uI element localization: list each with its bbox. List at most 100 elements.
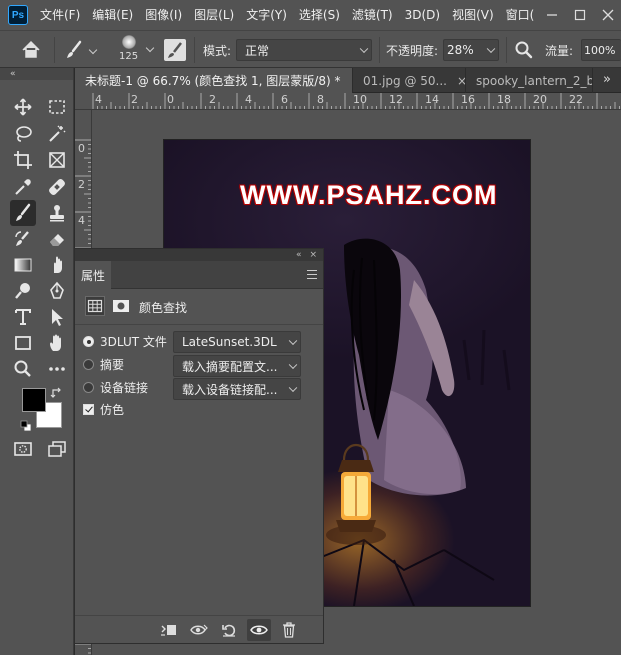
ruler-tick-label: 8 xyxy=(317,93,324,106)
history-brush-tool[interactable] xyxy=(10,226,36,252)
flow-input[interactable]: 100% xyxy=(581,39,621,61)
option-abstract[interactable]: 摘要 xyxy=(83,356,124,373)
dodge-tool[interactable] xyxy=(10,278,36,304)
opacity-input[interactable]: 28% xyxy=(443,39,499,61)
radio-device-link[interactable] xyxy=(83,382,94,393)
adjustment-name: 颜色查找 xyxy=(139,301,188,315)
flow-value: 100% xyxy=(584,43,616,57)
foreground-color-swatch[interactable] xyxy=(22,388,46,412)
tab-01-jpg[interactable]: 01.jpg @ 50... × xyxy=(353,68,466,93)
smudge-tool[interactable] xyxy=(44,252,70,278)
frame-tool[interactable] xyxy=(44,147,70,173)
menu-edit[interactable]: 编辑(E) xyxy=(86,0,139,30)
3dlut-file-select[interactable]: LateSunset.3DL xyxy=(173,331,301,353)
menu-window[interactable]: 窗口( xyxy=(500,0,541,30)
healing-brush-tool[interactable] xyxy=(44,174,70,200)
maximize-button[interactable] xyxy=(566,0,594,30)
rectangle-tool[interactable] xyxy=(10,330,36,356)
option-device-link[interactable]: 设备链接 xyxy=(83,379,148,396)
clone-stamp-tool[interactable] xyxy=(44,200,70,226)
horizontal-ruler: 4 2 0 2 4 6 8 10 12 14 16 18 20 22 xyxy=(75,93,621,110)
menu-3d[interactable]: 3D(D) xyxy=(399,0,446,30)
close-panel-button[interactable]: × xyxy=(309,250,317,260)
minimize-button[interactable] xyxy=(538,0,566,30)
menu-image[interactable]: 图像(I) xyxy=(139,0,188,30)
ruler-tick-label: 22 xyxy=(569,93,583,106)
ruler-tick-label: 14 xyxy=(425,93,439,106)
table-grid-icon xyxy=(87,299,103,313)
collapse-panel-button[interactable]: « xyxy=(296,250,302,260)
brush-icon xyxy=(67,40,82,58)
toolbar-collapse-button[interactable]: « xyxy=(0,68,73,80)
quick-mask-button[interactable] xyxy=(10,436,36,462)
clip-to-layer-button[interactable] xyxy=(157,619,181,641)
zoom-tool[interactable] xyxy=(10,356,36,382)
brush-preset-picker[interactable] xyxy=(64,39,100,61)
home-button[interactable] xyxy=(20,40,44,60)
ruler-tick-label: 6 xyxy=(281,93,288,106)
tab-untitled-1[interactable]: 未标题-1 @ 66.7% (颜色查找 1, 图层蒙版/8) * × xyxy=(75,68,353,93)
hand-tool[interactable] xyxy=(44,330,70,356)
view-previous-state-button[interactable] xyxy=(187,619,211,641)
default-colors-button[interactable] xyxy=(20,420,32,432)
swap-colors-button[interactable] xyxy=(50,386,64,400)
type-tool[interactable] xyxy=(10,304,36,330)
panel-menu-icon[interactable] xyxy=(307,270,317,279)
option-label: 3DLUT 文件 xyxy=(100,335,167,349)
reset-icon xyxy=(222,624,236,637)
gradient-tool[interactable] xyxy=(10,252,36,278)
photoshop-logo[interactable]: Ps xyxy=(8,5,28,25)
path-selection-tool[interactable] xyxy=(44,304,70,330)
menu-file[interactable]: 文件(F) xyxy=(36,0,86,30)
toggle-visibility-button[interactable] xyxy=(247,618,271,641)
menu-layer[interactable]: 图层(L) xyxy=(188,0,240,30)
tools-panel: « xyxy=(0,68,74,655)
abstract-profile-select[interactable]: 载入摘要配置文... xyxy=(173,355,301,377)
magic-wand-tool[interactable] xyxy=(44,121,70,147)
chevron-down-icon[interactable] xyxy=(145,43,155,53)
blend-mode-select[interactable]: 正常 xyxy=(236,39,372,61)
eraser-tool[interactable] xyxy=(44,226,70,252)
dither-checkbox[interactable] xyxy=(83,404,94,415)
marquee-tool[interactable] xyxy=(44,94,70,120)
separator xyxy=(506,37,507,63)
menu-select[interactable]: 选择(S) xyxy=(293,0,346,30)
pressure-opacity-toggle[interactable] xyxy=(514,40,534,60)
delete-adjustment-button[interactable] xyxy=(277,619,301,641)
frame-icon xyxy=(49,152,65,168)
option-3dlut[interactable]: 3DLUT 文件 xyxy=(83,333,167,350)
reset-adjustment-button[interactable] xyxy=(217,619,241,641)
device-link-select[interactable]: 载入设备链接配... xyxy=(173,378,301,400)
ruler-tick-label: 10 xyxy=(353,93,367,106)
tab-spooky-lantern[interactable]: spooky_lantern_2_b xyxy=(466,68,593,93)
radio-3dlut[interactable] xyxy=(83,336,94,347)
layer-mask-button[interactable] xyxy=(111,296,131,316)
brush-size-preview[interactable]: 125 xyxy=(116,35,144,65)
adjustment-layer-button[interactable] xyxy=(85,296,105,316)
pen-tool[interactable] xyxy=(44,278,70,304)
eyedropper-tool[interactable] xyxy=(10,174,36,200)
ruler-tick-label: 4 xyxy=(245,93,252,106)
menu-type[interactable]: 文字(Y) xyxy=(240,0,293,30)
brush-settings-panel-toggle[interactable] xyxy=(164,39,186,61)
tab-properties[interactable]: 属性 xyxy=(75,261,111,289)
lasso-tool[interactable] xyxy=(10,121,36,147)
dither-label: 仿色 xyxy=(100,403,125,417)
default-colors-icon xyxy=(20,420,32,432)
edit-toolbar-button[interactable] xyxy=(44,356,70,382)
menu-filter[interactable]: 滤镜(T) xyxy=(346,0,399,30)
ruler-tick-label: 12 xyxy=(389,93,403,106)
menu-view[interactable]: 视图(V) xyxy=(446,0,500,30)
menu-bar: Ps 文件(F) 编辑(E) 图像(I) 图层(L) 文字(Y) 选择(S) 滤… xyxy=(0,0,621,30)
close-tab-button[interactable]: × xyxy=(457,74,465,88)
brush-tool[interactable] xyxy=(10,200,36,226)
crop-tool[interactable] xyxy=(10,147,36,173)
radio-abstract[interactable] xyxy=(83,359,94,370)
option-dither[interactable]: 仿色 xyxy=(83,401,124,418)
chevron-down-icon xyxy=(88,45,98,55)
screen-mode-button[interactable] xyxy=(44,436,70,462)
close-window-button[interactable] xyxy=(594,0,621,30)
tabs-overflow-button[interactable]: » xyxy=(603,72,611,87)
move-tool[interactable] xyxy=(10,94,36,120)
clip-to-layer-icon xyxy=(161,624,176,636)
